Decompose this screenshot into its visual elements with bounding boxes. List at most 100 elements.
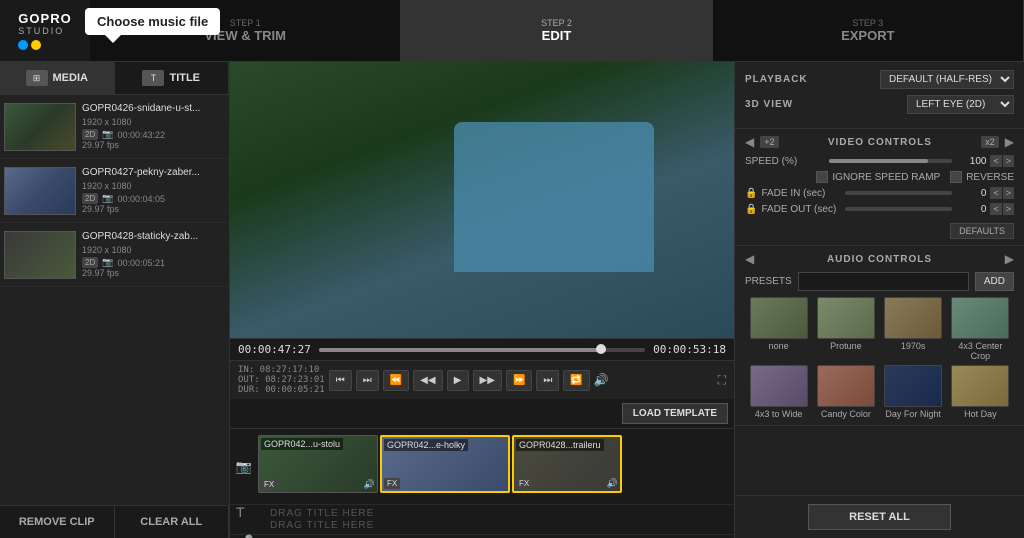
vc-title: VIDEO CONTROLS — [785, 137, 976, 148]
play-button[interactable]: ▶ — [447, 370, 469, 391]
time-slider[interactable] — [319, 348, 645, 352]
badge-cam-3: 📷 — [102, 257, 113, 268]
fade-out-less-button[interactable]: < — [990, 203, 1001, 215]
add-preset-button[interactable]: ADD — [975, 272, 1014, 291]
fade-out-slider[interactable] — [845, 207, 952, 211]
vc-arrow-right[interactable]: ▶ — [1005, 135, 1014, 149]
fast-rewind-button[interactable]: ◀◀ — [413, 370, 442, 391]
ac-title: AUDIO CONTROLS — [754, 254, 1005, 265]
clip-fps-2: 29.97 fps — [82, 204, 219, 214]
reset-all-bar: RESET ALL — [735, 495, 1024, 538]
drag-audio-area: DRAG AUDIO HERE DRAG AUDIO HERE — [230, 534, 734, 538]
playback-label: PLAYBACK — [745, 74, 808, 85]
fade-in-slider[interactable] — [845, 191, 952, 195]
prev-frame-button[interactable]: ⏭ — [356, 370, 379, 391]
list-item[interactable]: GOPR0428-staticky-zab... 1920 x 1080 2D … — [0, 223, 229, 287]
badge-2d-1: 2D — [82, 129, 98, 140]
speed-more-button[interactable]: > — [1003, 155, 1014, 167]
sound-icon-1: 🔊 — [364, 479, 375, 490]
timeline-clip-2[interactable]: GOPR042...e-holky FX — [380, 435, 510, 493]
fade-out-more-button[interactable]: > — [1003, 203, 1014, 215]
speed-slider[interactable] — [829, 159, 952, 163]
preset-protune[interactable]: Protune — [814, 297, 877, 361]
step3-name: EXPORT — [841, 28, 894, 43]
list-item[interactable]: GOPR0427-pekny-zaber... 1920 x 1080 2D 📷… — [0, 159, 229, 223]
3d-view-select[interactable]: LEFT EYE (2D) RIGHT EYE (2D) 3D — [907, 95, 1014, 114]
skip-to-start-button[interactable]: ⏮ — [329, 370, 352, 391]
fast-forward-button[interactable]: ▶▶ — [473, 370, 502, 391]
remove-clip-button[interactable]: REMOVE CLIP — [0, 506, 115, 538]
forward-button[interactable]: ⏩ — [506, 370, 532, 391]
tab-media[interactable]: ⊞ MEDIA — [0, 62, 115, 94]
in-label: IN: 08:27:17:10 — [238, 365, 325, 375]
playback-select[interactable]: DEFAULT (HALF-RES) FULL RES HALF RES — [880, 70, 1014, 89]
ignore-speed-ramp-checkbox[interactable] — [816, 171, 828, 183]
fx-badge-2: FX — [384, 478, 400, 489]
clip-name-3: GOPR0428-staticky-zab... — [82, 231, 219, 242]
media-tabs: ⊞ MEDIA T TITLE — [0, 62, 229, 95]
ac-arrow-left[interactable]: ◀ — [745, 252, 754, 266]
rewind-button[interactable]: ⏪ — [383, 370, 409, 391]
ac-header: ◀ AUDIO CONTROLS ▶ — [745, 252, 1014, 266]
tab-edit[interactable]: STEP 2 EDIT — [401, 0, 712, 61]
fade-in-less-button[interactable]: < — [990, 187, 1001, 199]
preset-1970s[interactable]: 1970s — [882, 297, 945, 361]
drag-title-area: DRAG TITLE HERE DRAG TITLE HERE — [230, 504, 734, 534]
load-template-button[interactable]: LOAD TEMPLATE — [622, 403, 728, 424]
reverse-checkbox[interactable] — [950, 171, 962, 183]
step2-name: EDIT — [542, 28, 572, 43]
clip-label-tl-3: GOPR0428...traileru — [516, 439, 604, 451]
time-bar: 00:00:47:27 00:00:53:18 — [230, 338, 734, 360]
bottom-buttons: REMOVE CLIP CLEAR ALL — [0, 505, 229, 538]
step-tabs: STEP 1 VIEW & TRIM STEP 2 EDIT STEP 3 EX… — [90, 0, 1024, 61]
step3-num: STEP 3 — [852, 18, 883, 28]
timeline-clip-1[interactable]: GOPR042...u-stolu FX 🔊 — [258, 435, 378, 493]
right-panel: PLAYBACK DEFAULT (HALF-RES) FULL RES HAL… — [734, 62, 1024, 538]
clip-badges-2: 2D 📷 00:00:04:05 — [82, 193, 219, 204]
preset-thumb-candy — [817, 365, 875, 407]
vc-arrow-left[interactable]: ◀ — [745, 135, 754, 149]
vc-badge1: +2 — [760, 136, 778, 148]
speed-row: SPEED (%) 100 < > — [745, 155, 1014, 167]
fade-in-row: 🔒 FADE IN (sec) 0 < > — [745, 187, 1014, 199]
logo-text: GOPRO — [18, 11, 71, 26]
loop-button[interactable]: 🔁 — [563, 370, 589, 391]
time-total: 00:00:53:18 — [653, 343, 726, 356]
volume-icon[interactable]: 🔊 — [594, 373, 609, 387]
preset-4x3wide[interactable]: 4x3 to Wide — [747, 365, 810, 419]
fullscreen-icon[interactable]: ⛶ — [718, 373, 726, 388]
presets-input[interactable] — [798, 272, 969, 291]
list-item[interactable]: GOPR0426-snidane-u-st... 1920 x 1080 2D … — [0, 95, 229, 159]
ac-arrow-right[interactable]: ▶ — [1005, 252, 1014, 266]
clip-info-2: GOPR0427-pekny-zaber... 1920 x 1080 2D 📷… — [76, 165, 225, 216]
preset-none[interactable]: none — [747, 297, 810, 361]
drag-hint-2: DRAG TITLE HERE — [270, 520, 734, 531]
preset-hot-day[interactable]: Hot Day — [949, 365, 1012, 419]
tab-title[interactable]: T TITLE — [115, 62, 230, 94]
ignore-speed-ramp-label: IGNORE SPEED RAMP — [832, 172, 940, 183]
3d-view-label: 3D VIEW — [745, 99, 793, 110]
tab-export[interactable]: STEP 3 EXPORT — [713, 0, 1024, 61]
presets-grid: none Protune 1970s 4x3 Center Crop 4x3 t… — [745, 297, 1014, 419]
speed-less-button[interactable]: < — [990, 155, 1001, 167]
logo-area: GOPRO STUDIO — [0, 0, 90, 61]
logo-sub: STUDIO — [18, 26, 71, 36]
defaults-button[interactable]: DEFAULTS — [950, 223, 1014, 239]
next-frame-button[interactable]: ⏭ — [536, 370, 559, 391]
dur-label: DUR: 00:00:05:21 — [238, 385, 325, 395]
reset-all-button[interactable]: RESET ALL — [808, 504, 951, 530]
media-icon: ⊞ — [26, 70, 48, 86]
clear-all-button[interactable]: CLEAR ALL — [115, 506, 230, 538]
speed-label: SPEED (%) — [745, 156, 825, 167]
time-handle — [596, 344, 606, 354]
fade-in-more-button[interactable]: > — [1003, 187, 1014, 199]
fade-out-row: 🔒 FADE OUT (sec) 0 < > — [745, 203, 1014, 215]
preset-candy-color[interactable]: Candy Color — [814, 365, 877, 419]
left-panel: ⊞ MEDIA T TITLE GOPR0426-snidane-u-st...… — [0, 62, 230, 538]
timeline-clip-3[interactable]: GOPR0428...traileru FX 🔊 — [512, 435, 622, 493]
preview-area — [230, 62, 734, 338]
truck-shape — [454, 122, 654, 272]
preset-day-for-night[interactable]: Day For Night — [882, 365, 945, 419]
clip-thumb-3 — [4, 231, 76, 279]
preset-4x3center[interactable]: 4x3 Center Crop — [949, 297, 1012, 361]
